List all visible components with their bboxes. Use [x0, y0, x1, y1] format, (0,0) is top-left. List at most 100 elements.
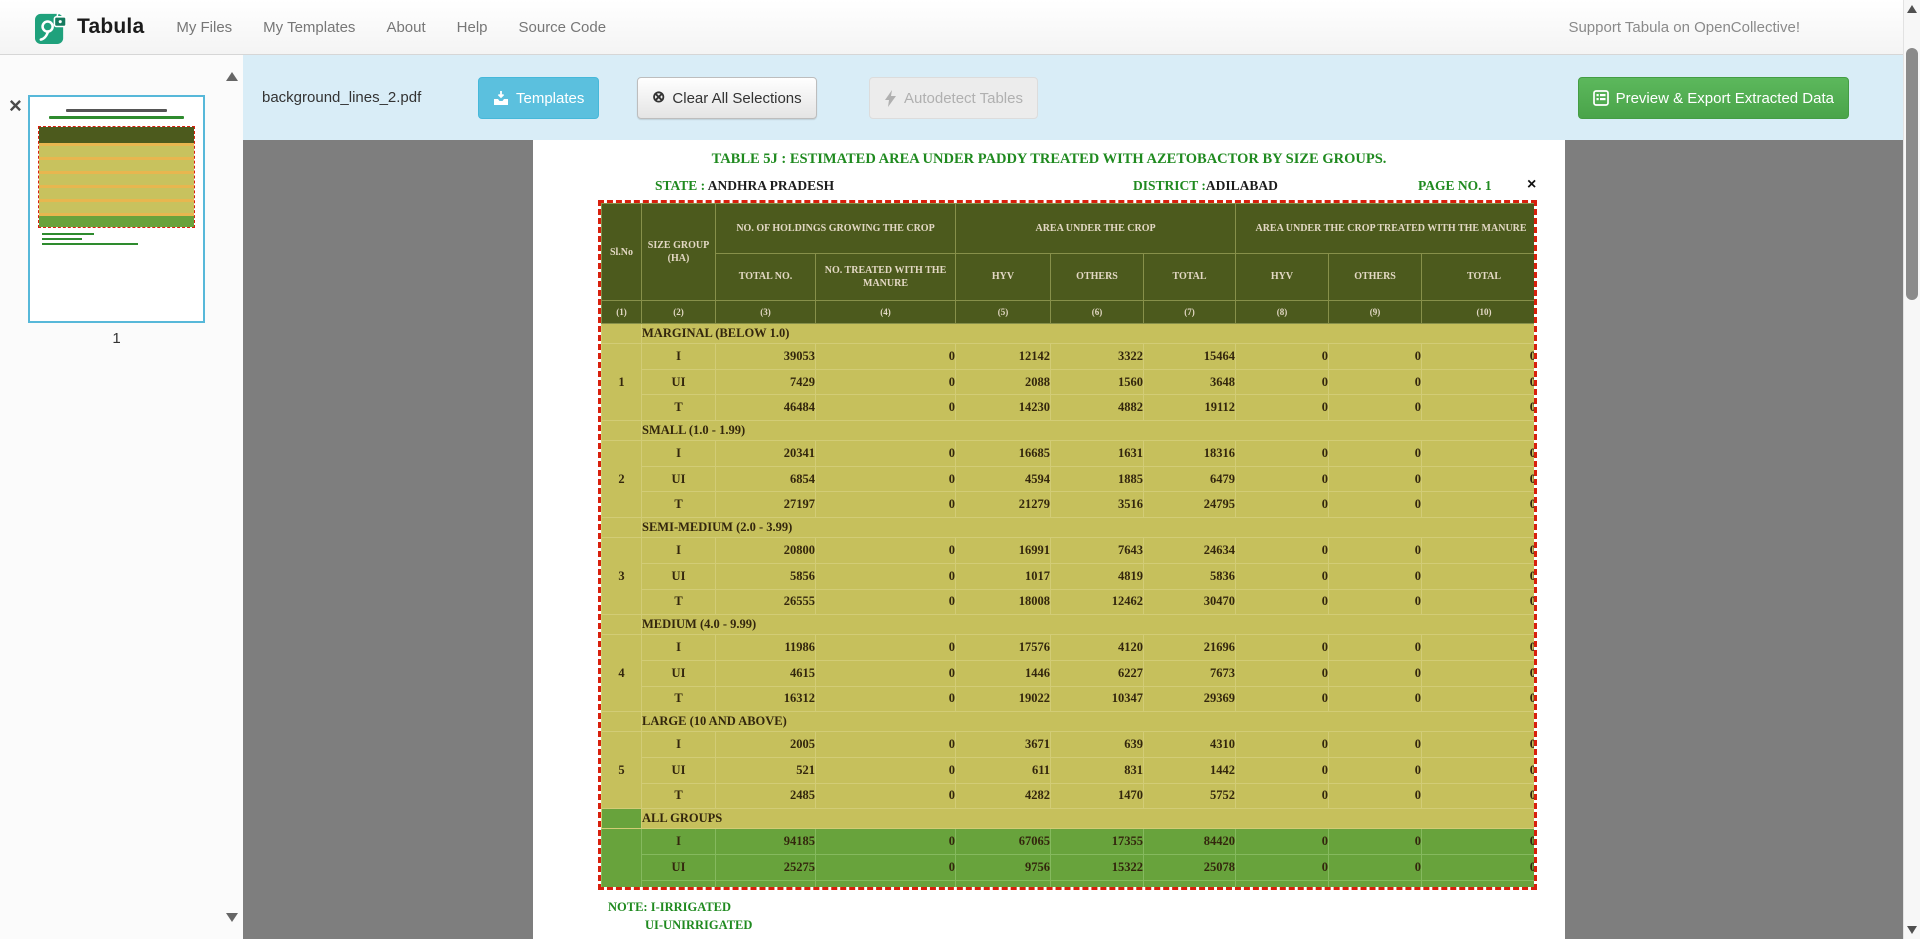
- value-cell: 0: [816, 589, 956, 615]
- value-cell: 39053: [716, 344, 816, 370]
- slno-cell: 1: [602, 344, 642, 421]
- col-number: (1): [602, 301, 642, 324]
- value-cell: 0: [1422, 829, 1537, 855]
- value-cell: 0: [1236, 369, 1329, 395]
- value-cell: 0: [1236, 492, 1329, 518]
- value-cell: 0: [1236, 880, 1329, 890]
- tabula-logo-icon: [35, 11, 68, 44]
- value-cell: 9756: [956, 855, 1051, 881]
- value-cell: 0: [1236, 732, 1329, 758]
- col-number: (7): [1144, 301, 1236, 324]
- col-header: OTHERS: [1051, 254, 1144, 301]
- value-cell: 0: [816, 395, 956, 421]
- table-row: 4I11986017576412021696000: [602, 635, 1538, 661]
- export-button[interactable]: Preview & Export Extracted Data: [1578, 77, 1849, 119]
- col-number: (8): [1236, 301, 1329, 324]
- value-cell: 0: [816, 855, 956, 881]
- value-cell: 0: [1236, 466, 1329, 492]
- value-cell: 109498: [1144, 880, 1236, 890]
- nav-link-my-templates[interactable]: My Templates: [263, 19, 355, 36]
- state-value: ANDHRA PRADESH: [705, 178, 834, 193]
- value-cell: 32677: [1051, 880, 1144, 890]
- row-type-cell: UI: [642, 757, 716, 783]
- support-link[interactable]: Support Tabula on OpenCollective!: [1568, 0, 1800, 55]
- clear-selections-button[interactable]: ⊗ Clear All Selections: [637, 77, 817, 119]
- value-cell: 0: [1329, 492, 1422, 518]
- page-delete-button[interactable]: ×: [9, 96, 22, 116]
- value-cell: 18316: [1144, 441, 1236, 467]
- page-thumbnail[interactable]: [28, 95, 205, 323]
- nav-link-source-code[interactable]: Source Code: [519, 19, 607, 36]
- col-number: (9): [1329, 301, 1422, 324]
- value-cell: 12462: [1051, 589, 1144, 615]
- col-header: HYV: [1236, 254, 1329, 301]
- nav-link-about[interactable]: About: [386, 19, 425, 36]
- sidebar-scroll-down-icon[interactable]: [226, 913, 238, 922]
- nav-link-help[interactable]: Help: [457, 19, 488, 36]
- value-cell: 0: [816, 538, 956, 564]
- value-cell: 1560: [1051, 369, 1144, 395]
- scroll-up-icon[interactable]: [1907, 5, 1917, 13]
- main-area: background_lines_2.pdf Templates ⊗ Clear…: [243, 55, 1903, 939]
- value-cell: 0: [1236, 829, 1329, 855]
- value-cell: 0: [1422, 660, 1537, 686]
- value-cell: 19112: [1144, 395, 1236, 421]
- value-cell: 0: [816, 344, 956, 370]
- value-cell: 0: [1422, 538, 1537, 564]
- row-type-cell: I: [642, 538, 716, 564]
- value-cell: 4882: [1051, 395, 1144, 421]
- table-row: T27197021279351624795000: [602, 492, 1538, 518]
- value-cell: 0: [1422, 855, 1537, 881]
- table-row: UI74290208815603648000: [602, 369, 1538, 395]
- slno-cell: 3: [602, 538, 642, 615]
- value-cell: 18008: [956, 589, 1051, 615]
- col-number: (6): [1051, 301, 1144, 324]
- delete-x-icon: ×: [9, 93, 22, 118]
- sidebar-scroll-up-icon[interactable]: [226, 72, 238, 81]
- value-cell: 5752: [1144, 783, 1236, 809]
- nav-link-my-files[interactable]: My Files: [176, 19, 232, 36]
- table-row: UI58560101748195836000: [602, 563, 1538, 589]
- scrollbar-thumb[interactable]: [1906, 48, 1918, 300]
- value-cell: 19022: [956, 686, 1051, 712]
- table-row: UI46150144662277673000: [602, 660, 1538, 686]
- export-button-label: Preview & Export Extracted Data: [1616, 90, 1834, 107]
- value-cell: 0: [816, 492, 956, 518]
- value-cell: 7673: [1144, 660, 1236, 686]
- value-cell: 15464: [1144, 344, 1236, 370]
- value-cell: 0: [1329, 538, 1422, 564]
- note-line: UI-UNIRRIGATED: [645, 918, 752, 933]
- value-cell: 0: [1236, 635, 1329, 661]
- row-type-cell: T: [642, 589, 716, 615]
- table-row: T265550180081246230470000: [602, 589, 1538, 615]
- value-cell: 0: [1422, 757, 1537, 783]
- scroll-down-icon[interactable]: [1907, 926, 1917, 934]
- value-cell: 639: [1051, 732, 1144, 758]
- value-cell: 24795: [1144, 492, 1236, 518]
- selection-box[interactable]: Sl.No SIZE GROUP (HA) NO. OF HOLDINGS GR…: [598, 200, 1537, 890]
- templates-button[interactable]: Templates: [478, 77, 599, 119]
- value-cell: 27197: [716, 492, 816, 518]
- value-cell: 0: [1422, 635, 1537, 661]
- col-header: TOTAL: [1144, 254, 1236, 301]
- autodetect-tables-button[interactable]: Autodetect Tables: [869, 77, 1038, 119]
- row-type-cell: UI: [642, 660, 716, 686]
- value-cell: 0: [1422, 589, 1537, 615]
- selection-close-button[interactable]: ×: [1527, 176, 1536, 194]
- slno-cell: [602, 829, 642, 890]
- col-number: (4): [816, 301, 956, 324]
- col-header-size-group: SIZE GROUP (HA): [642, 204, 716, 301]
- thumb-notes: [42, 233, 203, 245]
- value-cell: 3648: [1144, 369, 1236, 395]
- section-band-row: MARGINAL (BELOW 1.0): [602, 324, 1538, 344]
- section-band-row: SMALL (1.0 - 1.99): [602, 421, 1538, 441]
- col-number: (5): [956, 301, 1051, 324]
- value-cell: 0: [816, 757, 956, 783]
- table-row: T163120190221034729369000: [602, 686, 1538, 712]
- value-cell: 0: [1329, 563, 1422, 589]
- tabula-app: Tabula My Files My Templates About Help …: [0, 0, 1920, 939]
- value-cell: 7643: [1051, 538, 1144, 564]
- doc-state: STATE : ANDHRA PRADESH: [655, 178, 834, 194]
- section-band-row: SEMI-MEDIUM (2.0 - 3.99): [602, 518, 1538, 538]
- value-cell: 26555: [716, 589, 816, 615]
